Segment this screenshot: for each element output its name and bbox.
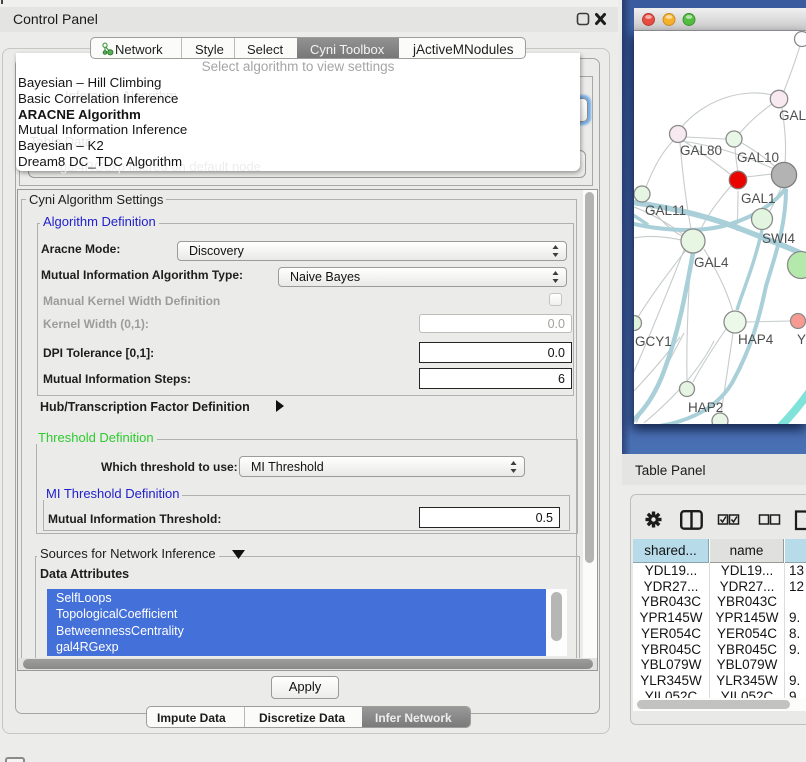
svg-text:HAP2: HAP2 <box>688 400 723 415</box>
svg-text:SWI4: SWI4 <box>762 231 795 246</box>
svg-text:GAL11: GAL11 <box>645 203 686 218</box>
svg-text:HAP4: HAP4 <box>738 332 774 347</box>
svg-text:GAL4: GAL4 <box>694 255 729 270</box>
svg-text:GAL10: GAL10 <box>737 150 779 165</box>
svg-text:GCY1: GCY1 <box>635 334 672 349</box>
svg-text:GAL7: GAL7 <box>779 108 806 123</box>
svg-text:GAL80: GAL80 <box>680 143 722 158</box>
svg-text:YM: YM <box>797 332 806 347</box>
svg-text:GAL1: GAL1 <box>741 191 776 206</box>
